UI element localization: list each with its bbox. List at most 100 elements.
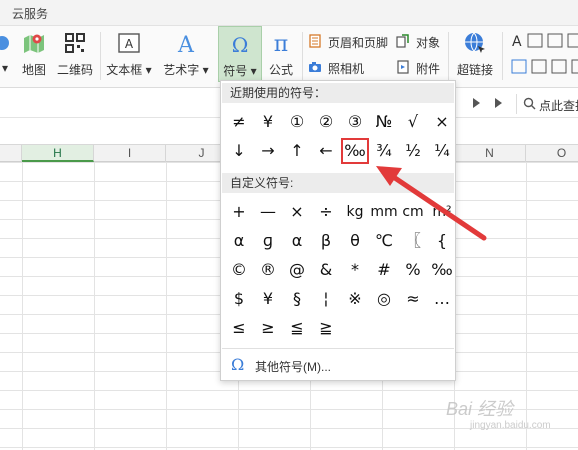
attachment-label: 附件 [416,62,441,76]
custom-symbol[interactable]: & [312,257,340,283]
popup-divider [222,348,454,349]
custom-symbol[interactable]: ≈ [399,286,427,312]
custom-symbol[interactable]: × [283,199,311,225]
camera-button[interactable]: 照相机 [308,58,368,78]
custom-symbol[interactable]: m² [428,199,456,225]
custom-symbol[interactable]: … [428,286,456,312]
recent-symbol[interactable]: ① [283,109,311,135]
recent-symbol[interactable]: ③ [341,109,369,135]
attachment-icon [397,60,409,74]
camera-icon [309,62,321,72]
custom-symbol[interactable]: ¥ [254,286,282,312]
header-footer-button[interactable]: 页眉和页脚 [308,32,392,52]
custom-symbol[interactable]: cm [399,199,427,225]
textbox-button[interactable]: A 文本框 ▾ [104,26,154,82]
header-footer-icon [309,34,321,48]
globe-icon [465,32,485,53]
grid-line [526,162,527,450]
recent-symbol[interactable]: ¥ [254,109,282,135]
custom-symbol[interactable]: ‰ [428,257,456,283]
column-i[interactable]: I [94,145,166,162]
custom-symbol[interactable]: # [370,257,398,283]
svg-text:Ω: Ω [232,33,249,57]
custom-symbol[interactable]: mm [370,199,398,225]
custom-symbol[interactable]: α [225,228,253,254]
object-button[interactable]: 对象 [396,32,442,52]
shape-icon [0,36,9,50]
column-h[interactable]: H [22,145,94,162]
map-button[interactable]: 地图 [18,26,50,82]
custom-symbol[interactable]: α [283,228,311,254]
custom-symbol[interactable]: $ [225,286,253,312]
custom-symbol[interactable]: 〖 [399,228,427,254]
custom-symbol[interactable]: ≦ [283,315,311,341]
column-header-partial[interactable] [0,145,22,162]
custom-symbol[interactable]: ℃ [370,228,398,254]
custom-symbol[interactable]: ≧ [312,315,340,341]
custom-symbol[interactable]: ÷ [312,199,340,225]
ribbon-partial-label: ▾ [1,61,9,75]
recent-symbol[interactable]: ② [312,109,340,135]
header-footer-label: 页眉和页脚 [328,36,389,50]
symbol-caret-icon: ▾ [250,64,257,78]
recent-symbol[interactable]: → [254,138,282,164]
ribbon-separator [100,32,101,80]
custom-symbol[interactable]: % [399,257,427,283]
recent-symbol[interactable]: ↓ [225,138,253,164]
custom-symbol[interactable]: @ [283,257,311,283]
custom-symbol[interactable]: — [254,199,282,225]
custom-symbol[interactable]: ≥ [254,315,282,341]
custom-symbol[interactable]: ¦ [312,286,340,312]
recent-symbol[interactable]: √ [399,109,427,135]
svg-text:A: A [512,34,522,50]
recent-symbol[interactable]: × [428,109,456,135]
tool-arrows-icons[interactable] [470,96,510,110]
formula-button[interactable]: π 公式 [264,26,298,82]
column-n[interactable]: N [454,145,526,162]
search-box[interactable]: 点此查找 [516,94,578,114]
recent-symbol[interactable]: ≠ [225,109,253,135]
custom-symbol[interactable]: ® [254,257,282,283]
omega-icon: Ω [231,355,245,374]
recent-symbol[interactable]: ‰ [341,138,369,164]
map-label: 地图 [21,63,46,77]
custom-symbols-title: 自定义符号: [222,173,454,193]
more-symbols-label: 其他符号(M)... [255,360,331,374]
custom-symbol[interactable]: © [225,257,253,283]
custom-symbol[interactable]: ɡ [254,228,282,254]
insert-ribbon: ▾ 地图 二维码 A 文本框 ▾ A 艺术字 ▾ Ω 符号 ▾ π 公式 页眉和… [0,26,578,88]
recent-symbol[interactable]: ½ [399,138,427,164]
custom-symbol[interactable]: § [283,286,311,312]
recent-symbol[interactable]: ← [312,138,340,164]
recent-symbol[interactable]: ¼ [428,138,456,164]
custom-symbol[interactable]: { [428,228,456,254]
text-tools-icons[interactable]: A [510,32,578,50]
recent-symbol[interactable]: ¾ [370,138,398,164]
custom-symbol[interactable]: β [312,228,340,254]
svg-text:A: A [177,33,195,56]
attachment-button[interactable]: 附件 [396,58,442,78]
column-o[interactable]: O [526,145,578,162]
custom-symbol[interactable]: ※ [341,286,369,312]
recent-symbol[interactable]: ↑ [283,138,311,164]
custom-symbol[interactable]: ◎ [370,286,398,312]
custom-symbol[interactable]: ≤ [225,315,253,341]
custom-symbol[interactable]: θ [341,228,369,254]
top-tab-bar: 云服务 [0,0,578,26]
hyperlink-button[interactable]: 超链接 [452,26,498,82]
ribbon-separator [502,32,503,80]
layout-tools-icons[interactable] [510,58,578,76]
custom-symbol[interactable]: + [225,199,253,225]
symbol-label-text: 符号 [223,64,248,78]
omega-icon: Ω [232,33,249,57]
wordart-button[interactable]: A 艺术字 ▾ [160,26,212,82]
recent-symbol[interactable]: № [370,109,398,135]
ribbon-partial-button[interactable]: ▾ [0,26,16,82]
qrcode-button[interactable]: 二维码 [54,26,96,82]
custom-symbol[interactable]: kg [341,199,369,225]
tab-cloud-service[interactable]: 云服务 [12,5,48,22]
symbol-button[interactable]: Ω 符号 ▾ [218,26,262,82]
textbox-label: 文本框 ▾ [104,61,154,78]
custom-symbol[interactable]: * [341,257,369,283]
formula-label: 公式 [268,63,293,77]
